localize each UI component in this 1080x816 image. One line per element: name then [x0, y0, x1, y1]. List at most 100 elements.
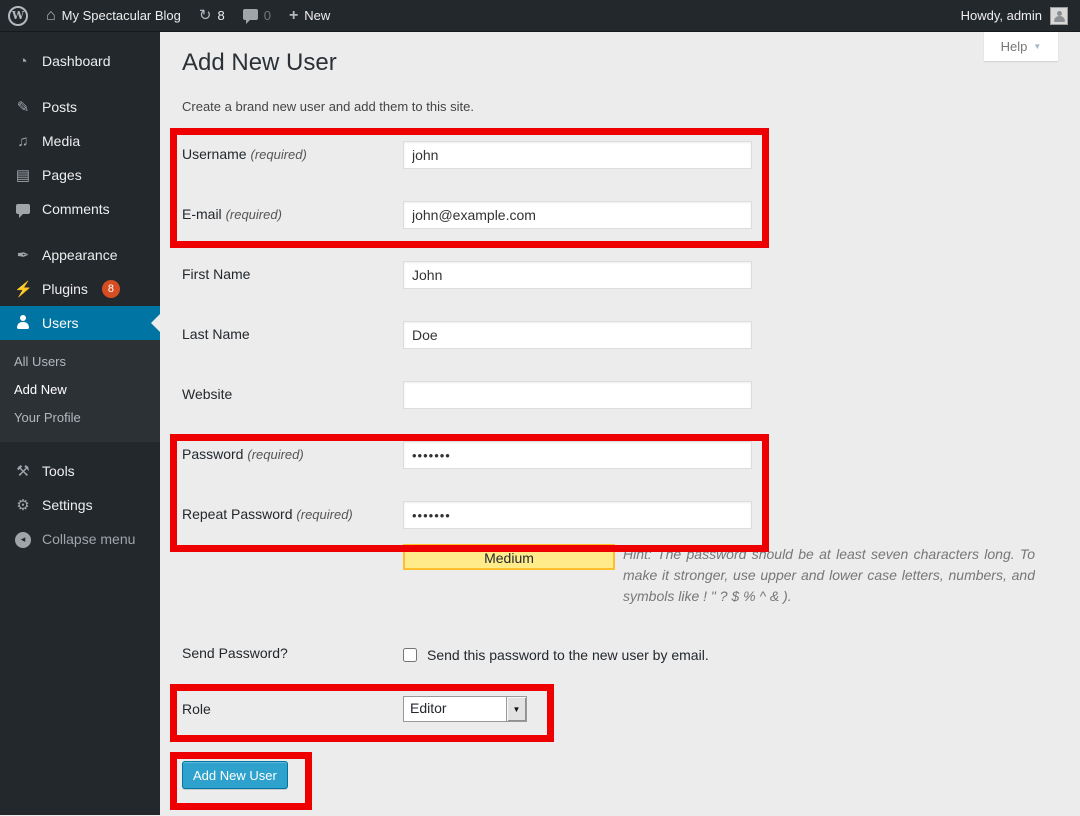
- sidebar-item-plugins[interactable]: ⚡ Plugins 8: [0, 272, 160, 306]
- comment-bubble-icon: [243, 9, 258, 20]
- plus-icon: +: [289, 7, 298, 25]
- media-icon: ♫: [14, 134, 32, 149]
- avatar: [1050, 7, 1068, 25]
- sidebar-item-label: Pages: [42, 167, 82, 183]
- send-password-checkbox[interactable]: [403, 648, 417, 662]
- website-row: Website: [182, 381, 1080, 409]
- password-label: Password (required): [182, 441, 403, 462]
- pages-icon: ▤: [14, 168, 32, 183]
- updates-link[interactable]: ↻ 8: [199, 8, 225, 23]
- required-note: (required): [250, 147, 306, 162]
- repeat-password-field[interactable]: [403, 501, 752, 529]
- users-submenu: All Users Add New Your Profile: [0, 340, 160, 442]
- plug-icon: ⚡: [14, 282, 32, 297]
- role-select-value: Editor: [404, 697, 506, 721]
- comment-bubble-icon: [14, 202, 32, 217]
- site-name: My Spectacular Blog: [62, 8, 181, 23]
- help-label: Help: [1001, 39, 1028, 54]
- sidebar-item-label: Comments: [42, 201, 110, 217]
- password-row: Password (required): [182, 441, 1080, 469]
- sidebar-item-media[interactable]: ♫ Media: [0, 124, 160, 158]
- email-label: E-mail (required): [182, 201, 403, 222]
- sidebar-item-label: Posts: [42, 99, 77, 115]
- password-strength-indicator: Medium: [403, 544, 615, 570]
- last-name-field[interactable]: [403, 321, 752, 349]
- sidebar-item-label: Media: [42, 133, 80, 149]
- add-new-user-button[interactable]: Add New User: [182, 761, 288, 789]
- collapse-arrow-icon: ◂: [14, 530, 32, 548]
- required-note: (required): [226, 207, 282, 222]
- updates-icon: ↻: [199, 8, 212, 23]
- role-select[interactable]: Editor ▼: [403, 696, 527, 722]
- wrench-icon: ⚒: [14, 464, 32, 479]
- wordpress-logo-menu[interactable]: W: [8, 6, 28, 26]
- send-password-label: Send Password?: [182, 645, 403, 661]
- sidebar-item-users[interactable]: Users: [0, 306, 160, 340]
- pushpin-icon: ✎: [14, 100, 32, 115]
- last-name-row: Last Name: [182, 321, 1080, 349]
- username-field[interactable]: [403, 141, 752, 169]
- sidebar-item-posts[interactable]: ✎ Posts: [0, 90, 160, 124]
- chevron-down-icon: ▼: [1033, 42, 1041, 51]
- sidebar-item-label: Collapse menu: [42, 531, 135, 547]
- sidebar-item-tools[interactable]: ⚒ Tools: [0, 454, 160, 488]
- submenu-item-add-new[interactable]: Add New: [0, 376, 160, 404]
- password-field[interactable]: [403, 441, 752, 469]
- sidebar-item-appearance[interactable]: ✒ Appearance: [0, 238, 160, 272]
- role-label: Role: [182, 696, 403, 717]
- sidebar-item-comments[interactable]: Comments: [0, 192, 160, 226]
- sidebar-item-label: Plugins: [42, 281, 88, 297]
- sidebar-item-label: Users: [42, 315, 79, 331]
- new-content-menu[interactable]: + New: [289, 7, 330, 25]
- username-label: Username (required): [182, 141, 403, 162]
- website-field[interactable]: [403, 381, 752, 409]
- person-icon: [14, 315, 32, 332]
- email-field[interactable]: [403, 201, 752, 229]
- first-name-label: First Name: [182, 261, 403, 282]
- menu-separator: [0, 442, 160, 454]
- site-name-link[interactable]: ⌂ My Spectacular Blog: [46, 8, 181, 24]
- account-menu[interactable]: Howdy, admin: [961, 7, 1068, 25]
- plugins-update-badge: 8: [102, 280, 120, 298]
- comments-count: 0: [264, 8, 271, 23]
- role-row: Role Editor ▼: [182, 696, 1080, 722]
- repeat-password-row: Repeat Password (required): [182, 501, 1080, 529]
- last-name-label: Last Name: [182, 321, 403, 342]
- help-button[interactable]: Help ▼: [984, 32, 1058, 61]
- sliders-icon: ⚙: [14, 498, 32, 513]
- submenu-item-all-users[interactable]: All Users: [0, 348, 160, 376]
- first-name-field[interactable]: [403, 261, 752, 289]
- sidebar-item-label: Settings: [42, 497, 93, 513]
- sidebar-item-pages[interactable]: ▤ Pages: [0, 158, 160, 192]
- send-password-checkbox-label[interactable]: Send this password to the new user by em…: [427, 647, 709, 663]
- page-title: Add New User: [182, 48, 1080, 78]
- sidebar-item-label: Appearance: [42, 247, 118, 263]
- sidebar-item-label: Dashboard: [42, 53, 111, 69]
- send-password-row: Send Password? Send this password to the…: [182, 645, 1080, 663]
- sidebar-item-dashboard[interactable]: ◔ Dashboard: [0, 44, 160, 78]
- sidebar-item-collapse-menu[interactable]: ◂ Collapse menu: [0, 522, 160, 556]
- dashboard-gauge-icon: ◔: [14, 54, 32, 69]
- admin-top-bar: W ⌂ My Spectacular Blog ↻ 8 0 + New Howd…: [0, 0, 1080, 32]
- sidebar-item-settings[interactable]: ⚙ Settings: [0, 488, 160, 522]
- required-note: (required): [296, 507, 352, 522]
- page-description: Create a brand new user and add them to …: [182, 99, 1080, 114]
- admin-sidebar: ◔ Dashboard ✎ Posts ♫ Media ▤ Pages Comm…: [0, 32, 160, 815]
- submit-row: Add New User: [182, 761, 1080, 789]
- comments-link[interactable]: 0: [243, 8, 271, 23]
- submenu-item-your-profile[interactable]: Your Profile: [0, 404, 160, 432]
- updates-count: 8: [217, 8, 224, 23]
- website-label: Website: [182, 381, 403, 402]
- paintbrush-icon: ✒: [14, 248, 32, 263]
- home-icon: ⌂: [46, 8, 56, 24]
- wordpress-logo-icon: W: [8, 6, 28, 26]
- password-strength-block: Medium Hint: The password should be at l…: [403, 544, 1035, 607]
- add-new-user-form: Username (required) E-mail (required) Fi…: [182, 141, 1080, 789]
- menu-separator: [0, 226, 160, 238]
- required-note: (required): [247, 447, 303, 462]
- howdy-text: Howdy, admin: [961, 8, 1042, 23]
- first-name-row: First Name: [182, 261, 1080, 289]
- repeat-password-label: Repeat Password (required): [182, 501, 403, 522]
- email-row: E-mail (required): [182, 201, 1080, 229]
- sidebar-item-label: Tools: [42, 463, 75, 479]
